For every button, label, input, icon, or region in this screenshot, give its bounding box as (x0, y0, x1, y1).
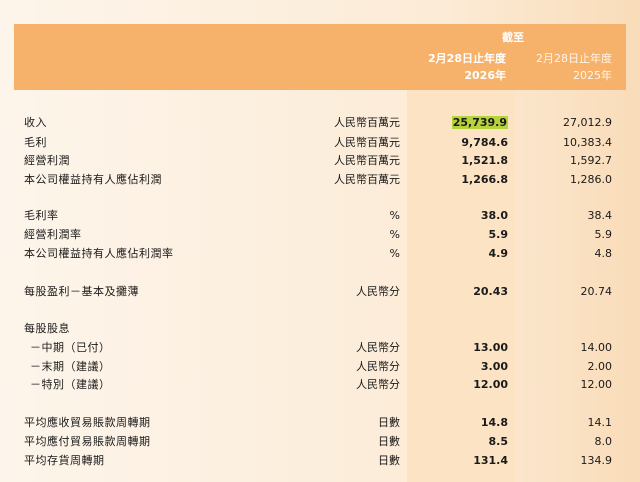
row-current-value: 131.4 (473, 454, 508, 467)
row-current-value: 8.5 (488, 435, 509, 448)
table-row: 本公司權益持有人應佔利潤率 % 4.9 4.8 (0, 245, 640, 262)
row-current-value: 9,784.6 (461, 136, 508, 149)
row-previous-value: 8.0 (594, 435, 613, 448)
previous-period-label: 2月28日止年度 (536, 52, 612, 65)
row-unit: 人民幣百萬元 (334, 136, 400, 149)
row-unit: 日數 (378, 454, 400, 467)
row-current-value: 5.9 (488, 228, 509, 241)
row-previous-value: 38.4 (587, 209, 613, 222)
row-unit: 日數 (378, 416, 400, 429)
row-unit: 人民幣分 (356, 341, 400, 354)
table-row: 經營利潤 人民幣百萬元 1,521.8 1,592.7 (0, 152, 640, 169)
highlighted-value: 25,739.9 (451, 116, 508, 129)
row-previous-value: 1,286.0 (570, 173, 612, 186)
table-row: 平均應收貿易賬款周轉期 日數 14.8 14.1 (0, 414, 640, 431)
table-header: 截至 2月28日止年度 2026年 2月28日止年度 2025年 (14, 24, 626, 90)
row-unit: 日數 (378, 435, 400, 448)
row-previous-value: 20.74 (580, 285, 613, 298)
row-unit: 人民幣百萬元 (334, 173, 400, 186)
row-label: 經營利潤 (24, 154, 70, 167)
row-unit: % (389, 228, 400, 241)
row-unit: % (389, 247, 400, 260)
row-current-value: 20.43 (473, 285, 508, 298)
row-label: 每股盈利－基本及攤薄 (24, 285, 139, 298)
row-label: 毛利 (24, 136, 47, 149)
current-year-label: 2026年 (464, 69, 506, 82)
row-previous-value: 27,012.9 (563, 116, 612, 129)
row-label: 平均應收貿易賬款周轉期 (24, 416, 151, 429)
table-row: 每股股息 (0, 320, 640, 337)
row-label: －末期（建議） (30, 360, 111, 373)
table-row: －末期（建議） 人民幣分 3.00 2.00 (0, 358, 640, 375)
row-previous-value: 14.00 (580, 341, 613, 354)
table-row: －特別（建議） 人民幣分 12.00 12.00 (0, 376, 640, 393)
row-current-value: 12.00 (473, 378, 508, 391)
row-label: 本公司權益持有人應佔利潤率 (24, 247, 174, 260)
table-row: 平均存貨周轉期 日數 131.4 134.9 (0, 452, 640, 469)
row-unit: 人民幣分 (356, 378, 400, 391)
row-previous-value: 5.9 (594, 228, 613, 241)
as-of-label: 截至 (502, 31, 524, 44)
row-label: 每股股息 (24, 322, 70, 335)
row-previous-value: 134.9 (580, 454, 613, 467)
row-unit: % (389, 209, 400, 222)
row-label: 本公司權益持有人應佔利潤 (24, 173, 162, 186)
row-current-value: 14.8 (480, 416, 508, 429)
row-label: 平均存貨周轉期 (24, 454, 105, 467)
table-row: 毛利 人民幣百萬元 9,784.6 10,383.4 (0, 134, 640, 151)
table-row: 平均應付貿易賬款周轉期 日數 8.5 8.0 (0, 433, 640, 450)
row-label: 收入 (24, 116, 47, 129)
previous-year-label: 2025年 (573, 69, 612, 82)
table-row: 每股盈利－基本及攤薄 人民幣分 20.43 20.74 (0, 283, 640, 300)
table-row: 經營利潤率 % 5.9 5.9 (0, 226, 640, 243)
row-label: 平均應付貿易賬款周轉期 (24, 435, 151, 448)
row-label: －中期（已付） (30, 341, 111, 354)
row-current-value: 1,266.8 (461, 173, 508, 186)
row-previous-value: 2.00 (587, 360, 613, 373)
table-row: 毛利率 % 38.0 38.4 (0, 207, 640, 224)
row-current-value: 1,521.8 (461, 154, 508, 167)
row-previous-value: 14.1 (587, 416, 613, 429)
row-current-value: 25,739.9 (451, 114, 508, 131)
row-label: －特別（建議） (30, 378, 111, 391)
row-label: 經營利潤率 (24, 228, 82, 241)
financial-highlights-page: 截至 2月28日止年度 2026年 2月28日止年度 2025年 收入 人民幣百… (0, 0, 640, 482)
table-row: 本公司權益持有人應佔利潤 人民幣百萬元 1,266.8 1,286.0 (0, 171, 640, 188)
row-current-value: 4.9 (488, 247, 509, 260)
row-previous-value: 1,592.7 (570, 154, 612, 167)
row-current-value: 13.00 (473, 341, 508, 354)
row-unit: 人民幣百萬元 (334, 154, 400, 167)
row-previous-value: 10,383.4 (563, 136, 612, 149)
row-previous-value: 12.00 (580, 378, 613, 391)
row-unit: 人民幣百萬元 (334, 116, 400, 129)
current-period-label: 2月28日止年度 (428, 52, 506, 65)
row-current-value: 38.0 (480, 209, 508, 222)
row-unit: 人民幣分 (356, 360, 400, 373)
row-previous-value: 4.8 (594, 247, 613, 260)
row-unit: 人民幣分 (356, 285, 400, 298)
row-current-value: 3.00 (480, 360, 508, 373)
table-row: 收入 人民幣百萬元 25,739.9 27,012.9 (0, 114, 640, 131)
row-label: 毛利率 (24, 209, 59, 222)
table-row: －中期（已付） 人民幣分 13.00 14.00 (0, 339, 640, 356)
